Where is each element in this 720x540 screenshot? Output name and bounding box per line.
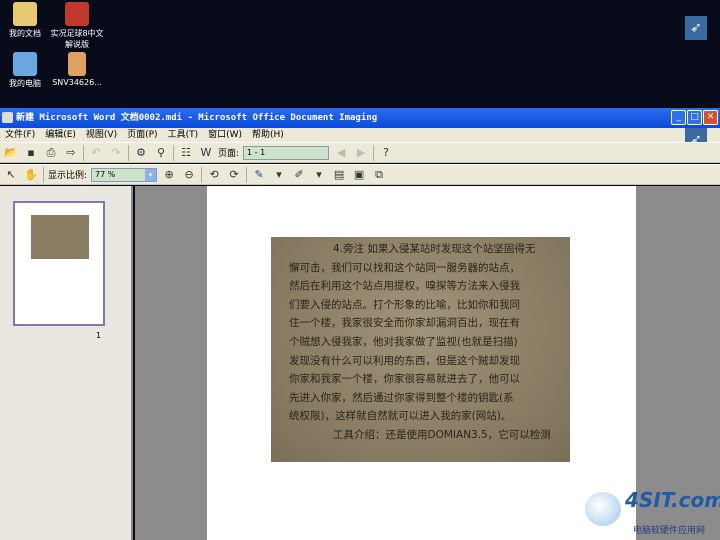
maximize-button[interactable]: □ [687, 110, 702, 125]
icon-label: 我的文档 [9, 29, 41, 38]
icon-label: SNV34626... [52, 78, 102, 87]
pen-dropdown-icon[interactable]: ▾ [271, 167, 287, 183]
close-button[interactable]: ✕ [703, 110, 718, 125]
annotation-toolbar: ↖ ✋ 显示比例: 77 % ▾ ⊕ ⊖ ⟲ ⟳ ✎ ▾ ✐ ▾ ▤ ▣ ⧉ [0, 164, 720, 185]
icon-label: 我的电脑 [9, 79, 41, 88]
zoom-label: 显示比例: [48, 171, 88, 181]
zoom-select[interactable]: 77 % ▾ [91, 167, 158, 182]
separator [246, 166, 248, 183]
rotate-left-icon[interactable]: ⟲ [206, 167, 222, 183]
save-icon[interactable]: ▪ [23, 145, 39, 161]
page-label: 页面: [218, 149, 240, 159]
menu-tools[interactable]: 工具(T) [168, 130, 199, 140]
zoom-value: 77 % [95, 169, 116, 179]
redo-icon[interactable]: ↷ [108, 145, 124, 161]
title-bar[interactable]: 新建 Microsoft Word 文档0002.mdi - Microsoft… [0, 108, 720, 128]
menu-window[interactable]: 窗口(W) [208, 130, 242, 140]
thumbnail-image [31, 215, 89, 259]
open-icon[interactable]: 📂 [3, 145, 19, 161]
separator [201, 166, 203, 183]
pan-hand-icon[interactable]: ✋ [23, 167, 39, 183]
text-line: 住一个楼，我家很安全而你家却漏洞百出，现在有 [289, 317, 520, 330]
text-line: 统权限)，这样就自然就可以进入我的家(网站)。 [289, 410, 512, 423]
menu-bar: 文件(F) 编辑(E) 视图(V) 页面(P) 工具(T) 窗口(W) 帮助(H) [0, 128, 720, 142]
send-icon[interactable]: ⇨ [63, 145, 79, 161]
icon-label: 实况足球8中文解说版 [50, 29, 104, 49]
separator [173, 144, 174, 161]
thumbnail-page-number: 1 [96, 331, 102, 340]
picture-icon[interactable]: ▣ [351, 167, 367, 183]
scanned-image: 4.旁注 如果入侵某站时发现这个站坚固得无 懈可击，我们可以找和这个站同一服务器… [271, 237, 570, 462]
text-box-icon[interactable]: ▤ [331, 167, 347, 183]
separator [83, 144, 84, 161]
menu-edit[interactable]: 编辑(E) [45, 130, 76, 140]
file-icon [68, 52, 86, 76]
desktop-icon-game[interactable]: 实况足球8中文解说版 [42, 2, 112, 50]
page-field[interactable]: 1 - 1 [243, 145, 330, 160]
separator [43, 166, 44, 183]
highlighter-icon[interactable]: ✐ [291, 167, 307, 183]
text-line: 发现没有什么可以利用的东西，但是这个贼却发现 [289, 354, 520, 367]
separator [373, 144, 375, 161]
window-title: 新建 Microsoft Word 文档0002.mdi - Microsoft… [16, 113, 378, 123]
watermark-logo: 4SIT.com 电脑软硬件应用网 [585, 488, 720, 538]
zoom-in-icon[interactable]: ⊕ [161, 167, 177, 183]
text-line: 先进入你家，然后通过你家得到整个楼的钥匙(系 [289, 391, 514, 404]
menu-file[interactable]: 文件(F) [5, 130, 35, 140]
bird-logo-icon: ➶ [685, 16, 707, 40]
ocr-icon[interactable]: ☷ [178, 145, 194, 161]
desktop-icon-file[interactable]: SNV34626... [42, 52, 112, 87]
text-line: 然后在利用这个站点用提权，嗅探等方法来入侵我 [289, 280, 520, 293]
minimize-button[interactable]: _ [671, 110, 686, 125]
zoom-out-icon[interactable]: ⊖ [181, 167, 197, 183]
menu-help[interactable]: 帮助(H) [252, 130, 284, 140]
print-icon[interactable]: ⎙ [43, 145, 59, 161]
highlighter-dropdown-icon[interactable]: ▾ [311, 167, 327, 183]
watermark-tagline: 电脑软硬件应用网 [633, 526, 706, 536]
find-icon[interactable]: ⚲ [153, 145, 169, 161]
menu-page[interactable]: 页面(P) [127, 130, 157, 140]
text-line: 你家和我家一个楼，你家很容易就进去了，他可以 [289, 373, 520, 386]
game-icon [65, 2, 89, 26]
water-drop-icon [585, 492, 621, 526]
watermark-brand: 4SIT.com [625, 488, 720, 512]
folder-icon [13, 2, 37, 26]
prev-page-icon[interactable]: ◀ [333, 145, 349, 161]
chevron-down-icon: ▾ [145, 168, 157, 181]
app-icon [2, 112, 13, 123]
insert-icon[interactable]: ⧉ [371, 167, 387, 183]
undo-icon[interactable]: ↶ [88, 145, 104, 161]
text-line: 个贼想入侵我家，他对我家做了监视(也就是扫描) [289, 335, 518, 348]
text-line: 工具介绍：还是使用DOMIAN3.5，它可以检测 [333, 428, 551, 441]
select-pointer-icon[interactable]: ↖ [3, 167, 19, 183]
menu-view[interactable]: 视图(V) [86, 130, 117, 140]
computer-icon [13, 52, 37, 76]
scan-icon[interactable]: ⚙ [133, 145, 149, 161]
standard-toolbar: 📂 ▪ ⎙ ⇨ ↶ ↷ ⚙ ⚲ ☷ W 页面: 1 - 1 ◀ ▶ ? [0, 142, 720, 163]
help-icon[interactable]: ? [378, 145, 394, 161]
text-line: 4.旁注 如果入侵某站时发现这个站坚固得无 [333, 243, 536, 255]
text-line: 懈可击，我们可以找和这个站同一服务器的站点， [289, 261, 520, 274]
pen-icon[interactable]: ✎ [251, 167, 267, 183]
separator [128, 144, 129, 161]
page-thumbnail[interactable] [13, 201, 105, 326]
next-page-icon[interactable]: ▶ [353, 145, 369, 161]
text-line: 们要入侵的站点。打个形象的比喻，比如你和我同 [289, 298, 520, 311]
send-to-word-icon[interactable]: W [198, 145, 214, 161]
rotate-right-icon[interactable]: ⟳ [226, 167, 242, 183]
